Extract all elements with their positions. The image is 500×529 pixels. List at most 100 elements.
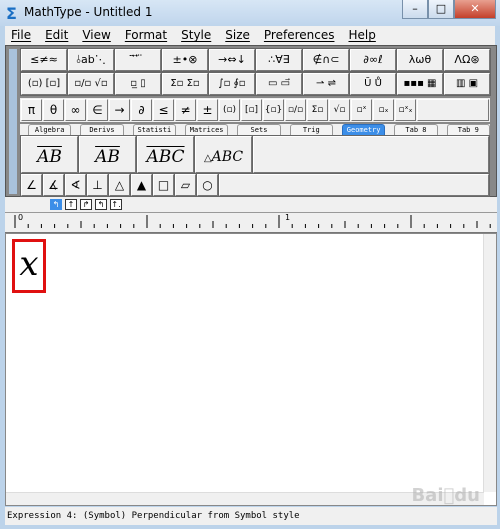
symbol-palette: ≤≠≈ ⫰ab⋱⃗̈ ⃗ ⃛ ±•⊗ →⇔↓ ∴∀∃ ∉∩⊂ ∂∞ℓ λωθ ΛΩ⊛ (▫) [… (5, 45, 497, 197)
small-toolbar: ↰ ↑ ↱ ↰ ↑. (5, 197, 497, 213)
small-bar-button[interactable]: (▫) (219, 99, 240, 121)
equation-content[interactable]: x (12, 239, 46, 293)
template-label: ABC (211, 149, 244, 165)
geometry-symbol-button[interactable]: △ (109, 174, 130, 196)
symbol-palette-button[interactable]: λωθ (397, 49, 443, 71)
template-palette-button[interactable]: ▫/▫ √▫ (68, 73, 114, 95)
menu-file[interactable]: File (11, 26, 31, 45)
tab-trig[interactable]: Trig (289, 124, 333, 135)
geometry-symbol-button[interactable]: ∢ (65, 174, 86, 196)
small-bar-button[interactable]: θ (43, 99, 64, 121)
symbol-palette-button[interactable]: ∴∀∃ (256, 49, 302, 71)
geo-empty (219, 174, 489, 196)
template-label: AB (95, 147, 120, 167)
small-bar-button[interactable]: ▫ₓ (373, 99, 394, 121)
menu-style[interactable]: Style (181, 26, 211, 45)
symbol-palette-button[interactable]: ∉∩⊂ (303, 49, 349, 71)
geometry-symbol-button[interactable]: ∡ (43, 174, 64, 196)
menu-format[interactable]: Format (125, 26, 167, 45)
close-button[interactable]: ✕ (454, 0, 496, 19)
equation-editor[interactable]: x (5, 233, 497, 506)
small-bar-button[interactable]: ▫ˣₓ (395, 99, 416, 121)
geometry-symbols: ∠ ∡ ∢ ⊥ △ ▲ □ ▱ ○ (20, 173, 490, 197)
menu-edit[interactable]: Edit (45, 26, 68, 45)
small-bar-button[interactable]: ≠ (175, 99, 196, 121)
vertical-scrollbar[interactable] (483, 234, 496, 492)
align-button[interactable]: ↑. (110, 199, 122, 210)
geometry-symbol-button[interactable]: ∠ (21, 174, 42, 196)
palette-tabs: Algebra Derivs Statisti Matrices Sets Trig Geo… (20, 124, 490, 135)
title-bar: Σ MathType - Untitled 1 – □ ✕ (0, 0, 500, 26)
small-bar-button[interactable]: √▫ (329, 99, 350, 121)
ruler[interactable]: 0 1 (5, 213, 497, 233)
symbol-palette-button[interactable]: →⇔↓ (209, 49, 255, 71)
ruler-label: 0 (18, 213, 24, 222)
window-title: MathType - Untitled 1 (24, 5, 153, 19)
symbol-palette-button[interactable]: ≤≠≈ (21, 49, 67, 71)
small-bar: π θ ∞ ∈ → ∂ ≤ ≠ ± (▫) [▫] {▫} ▫/▫ Σ▫ √▫ ▫ˣ ▫ₓ ▫ˣₓ (20, 98, 490, 122)
toolbar-handle[interactable] (9, 49, 17, 194)
geometry-symbol-button[interactable]: ⊥ (87, 174, 108, 196)
template-palette-button[interactable]: (▫) [▫] (21, 73, 67, 95)
template-palette-button[interactable]: ⇀ ⇌ (303, 73, 349, 95)
menu-size[interactable]: Size (225, 26, 250, 45)
geometry-template-button[interactable]: △ABC (195, 136, 252, 173)
align-button[interactable]: ↑ (65, 199, 77, 210)
align-button[interactable]: ↰ (50, 199, 62, 210)
geometry-symbol-button[interactable]: ○ (197, 174, 218, 196)
geometry-template-button[interactable]: AB (21, 136, 78, 173)
template-palette-button[interactable]: Ū Ů (350, 73, 396, 95)
template-label: AB (37, 147, 62, 167)
small-bar-button[interactable]: π (21, 99, 42, 121)
symbol-palette-button[interactable]: ±•⊗ (162, 49, 208, 71)
sigma-icon: Σ (6, 4, 17, 23)
tab-algebra[interactable]: Algebra (28, 124, 72, 135)
maximize-button[interactable]: □ (428, 0, 454, 19)
minimize-button[interactable]: – (402, 0, 428, 19)
geometry-symbol-button[interactable]: □ (153, 174, 174, 196)
geometry-template-button[interactable]: ABC (137, 136, 194, 173)
template-palette-button[interactable]: Σ▫ Σ▫ (162, 73, 208, 95)
small-bar-button[interactable]: ∞ (65, 99, 86, 121)
symbol-palette-button[interactable]: ΛΩ⊛ (444, 49, 490, 71)
geometry-template-button[interactable]: AB (79, 136, 136, 173)
symbol-palette-button[interactable]: ⃗̈ ⃗ ⃛ (115, 49, 161, 71)
tab-matrices[interactable]: Matrices (184, 124, 229, 135)
tab-sets[interactable]: Sets (237, 124, 281, 135)
small-bar-button[interactable]: ∈ (87, 99, 108, 121)
tab-geometry[interactable]: Geometry (341, 124, 386, 135)
symbol-palette-row-1: ≤≠≈ ⫰ab⋱⃗̈ ⃗ ⃛ ±•⊗ →⇔↓ ∴∀∃ ∉∩⊂ ∂∞ℓ λωθ ΛΩ⊛ (20, 48, 491, 72)
small-bar-button[interactable]: ≤ (153, 99, 174, 121)
menu-preferences[interactable]: Preferences (264, 26, 335, 45)
geometry-symbol-button[interactable]: ▱ (175, 174, 196, 196)
template-palette-button[interactable]: ▪▪▪ ▦ (397, 73, 443, 95)
triangle-icon: △ (203, 153, 212, 164)
align-button[interactable]: ↱ (80, 199, 92, 210)
small-bar-button[interactable]: {▫} (263, 99, 284, 121)
tab-tab-9[interactable]: Tab 9 (446, 124, 490, 135)
menu-view[interactable]: View (82, 26, 110, 45)
symbol-palette-button[interactable]: ∂∞ℓ (350, 49, 396, 71)
tab-statisti[interactable]: Statisti (132, 124, 176, 135)
template-palette-row: (▫) [▫] ▫/▫ √▫ ▫̲ ▯ Σ▫ Σ▫ ∫▫ ∮▫ ▭ ▭⃗ ⇀ ⇌ Ū Ů ▪▪▪… (20, 72, 491, 96)
tab-derivs[interactable]: Derivs (80, 124, 124, 135)
template-palette-button[interactable]: ▭ ▭⃗ (256, 73, 302, 95)
small-bar-button[interactable]: ▫/▫ (285, 99, 306, 121)
small-bar-button[interactable]: ▫ˣ (351, 99, 372, 121)
status-bar: Expression 4: (Symbol) Perpendicular fro… (5, 507, 497, 525)
small-bar-button[interactable]: ∂ (131, 99, 152, 121)
geometry-symbol-button[interactable]: ▲ (131, 174, 152, 196)
template-palette-button[interactable]: ▫̲ ▯ (115, 73, 161, 95)
small-bar-button[interactable]: ± (197, 99, 218, 121)
small-bar-button[interactable]: Σ▫ (307, 99, 328, 121)
menu-help[interactable]: Help (348, 26, 375, 45)
template-palette-button[interactable]: ∫▫ ∮▫ (209, 73, 255, 95)
align-button[interactable]: ↰ (95, 199, 107, 210)
template-palette-button[interactable]: ▥ ▣ (444, 73, 490, 95)
ruler-ticks (14, 215, 491, 228)
geometry-templates: AB AB ABC △ABC (20, 135, 490, 174)
tab-tab-8[interactable]: Tab 8 (394, 124, 438, 135)
small-bar-button[interactable]: [▫] (241, 99, 262, 121)
symbol-palette-button[interactable]: ⫰ab⋱ (68, 49, 114, 71)
small-bar-button[interactable]: → (109, 99, 130, 121)
